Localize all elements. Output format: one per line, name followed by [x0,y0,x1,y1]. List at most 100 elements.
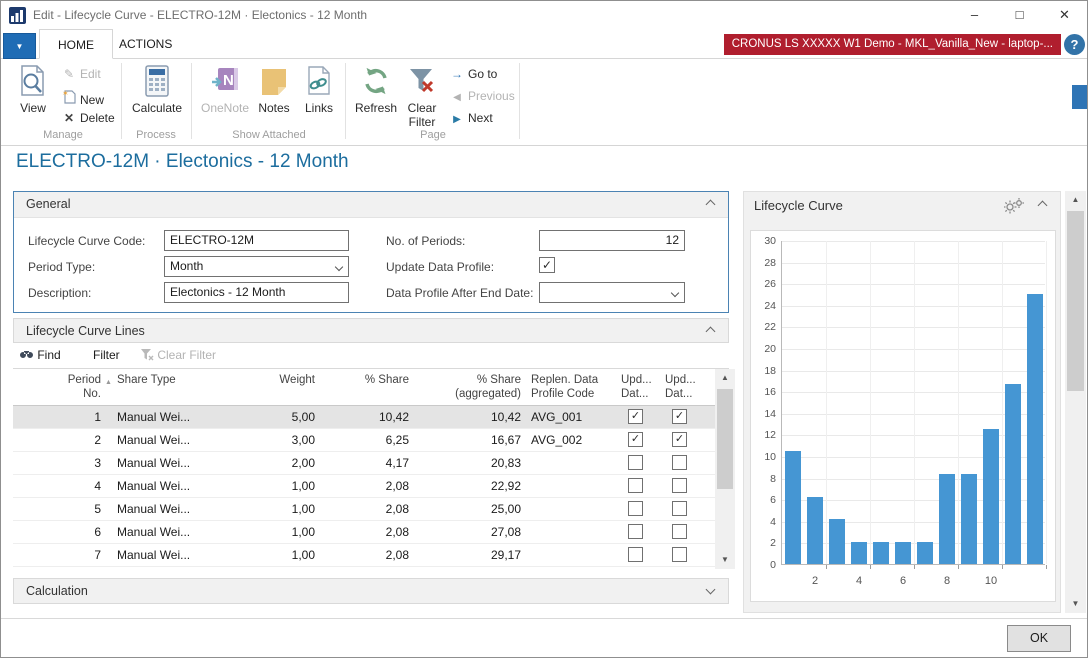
general-header[interactable]: General [14,192,728,218]
factbox-title: Lifecycle Curve [754,198,843,213]
column-header-share-aggregated[interactable]: % Share(aggregated) [411,373,521,401]
refresh-button[interactable]: Refresh [353,63,399,115]
group-label-manage: Manage [15,129,111,141]
row-checkbox[interactable]: ✓ [672,409,687,424]
table-row[interactable]: 7Manual Wei...1,002,0829,17 [13,544,715,567]
update-data-profile-checkbox[interactable]: ✓ [539,257,555,273]
no-of-periods-input[interactable]: 12 [539,230,685,251]
column-header-upd2[interactable]: Upd...Dat... [665,373,705,401]
application-menu-button[interactable]: ▼ [3,33,36,59]
delete-x-icon: ✕ [61,111,77,125]
new-button[interactable]: ✶New [61,89,104,107]
page-title: ELECTRO-12M · Electonics - 12 Month [16,151,349,173]
caret-down-icon: ▼ [16,42,24,51]
app-chart-icon [9,7,26,24]
close-button[interactable]: ✕ [1042,1,1087,29]
row-checkbox[interactable] [672,478,687,493]
view-button[interactable]: View [13,63,53,115]
cell: AVG_001 [531,410,619,424]
links-button[interactable]: Links [299,63,339,115]
maximize-button[interactable]: □ [997,1,1042,29]
table-scrollbar[interactable]: ▲ ▼ [715,369,735,569]
table-row[interactable]: 6Manual Wei...1,002,0827,08 [13,521,715,544]
filter-button[interactable]: Filter [93,348,120,362]
collapse-icon[interactable] [1038,201,1048,211]
scroll-down-icon[interactable]: ▼ [1065,595,1086,613]
x-axis-label: 8 [944,575,950,587]
calculation-header[interactable]: Calculation [13,578,729,604]
y-axis-label: 0 [770,559,776,571]
footer-divider [1,618,1087,619]
y-axis-label: 16 [764,386,776,398]
column-header-upd1[interactable]: Upd...Dat... [621,373,661,401]
data-profile-after-end-date-label: Data Profile After End Date: [386,286,533,300]
row-checkbox[interactable] [672,501,687,516]
chevron-down-icon [671,289,679,297]
row-checkbox[interactable] [672,547,687,562]
row-checkbox[interactable] [672,455,687,470]
factbox-scrollbar[interactable]: ▲ ▼ [1065,191,1086,613]
column-header-weight[interactable]: Weight [249,373,315,387]
row-checkbox[interactable]: ✓ [628,409,643,424]
table-row[interactable]: 3Manual Wei...2,004,1720,83 [13,452,715,475]
cell: 1,00 [249,548,315,562]
x-tick [826,565,827,569]
view-icon [13,63,53,99]
scroll-up-icon[interactable]: ▲ [715,369,735,387]
table-row[interactable]: 4Manual Wei...1,002,0822,92 [13,475,715,498]
clear-filter-toolbar-button[interactable]: Clear Filter [141,348,216,362]
data-profile-after-end-date-select[interactable] [539,282,685,303]
period-type-select[interactable]: Month [164,256,349,277]
column-header-share-type[interactable]: Share Type [117,373,247,387]
scroll-down-icon[interactable]: ▼ [715,551,735,569]
notes-button[interactable]: Notes [253,63,295,115]
y-axis-label: 18 [764,365,776,377]
lifecycle-curve-code-input[interactable]: ELECTRO-12M [164,230,349,251]
chart-bar [917,542,933,564]
ok-button[interactable]: OK [1007,625,1071,652]
row-checkbox[interactable] [672,524,687,539]
tab-actions[interactable]: ACTIONS [101,29,190,59]
chart-bar [939,474,955,564]
find-button[interactable]: Find [19,348,61,362]
column-header-replen-data-profile[interactable]: Replen. DataProfile Code [531,373,619,401]
next-button[interactable]: ▶Next [449,111,493,125]
chart-bar [829,519,845,564]
table-row[interactable]: 5Manual Wei...1,002,0825,00 [13,498,715,521]
lines-header[interactable]: Lifecycle Curve Lines [13,318,729,343]
chevron-down-icon [335,263,343,271]
column-header-period-no[interactable]: PeriodNo. [13,373,101,401]
next-icon: ▶ [449,114,465,125]
lifecycle-curve-factbox: Lifecycle Curve 024681012141618202224262… [743,191,1061,613]
table-row[interactable]: 1Manual Wei...5,0010,4210,42AVG_001✓✓ [13,406,715,429]
row-checkbox[interactable] [628,501,643,516]
ribbon-edge-button[interactable] [1072,85,1087,109]
x-tick [870,565,871,569]
row-checkbox[interactable] [628,455,643,470]
previous-button[interactable]: ◀Previous [449,89,515,103]
table-row[interactable]: 2Manual Wei...3,006,2516,67AVG_002✓✓ [13,429,715,452]
y-axis-label: 30 [764,235,776,247]
description-input[interactable]: Electonics - 12 Month [164,282,349,303]
row-checkbox[interactable]: ✓ [628,432,643,447]
minimize-button[interactable]: – [952,1,997,29]
help-button[interactable]: ? [1064,34,1085,55]
clear-filter-button[interactable]: ClearFilter [403,63,441,129]
row-checkbox[interactable]: ✓ [672,432,687,447]
goto-button[interactable]: →Go to [449,67,497,81]
column-header-share[interactable]: % Share [319,373,409,387]
delete-button[interactable]: ✕Delete [61,111,115,125]
goto-arrow-icon: → [449,67,465,81]
cell: 7 [13,548,101,562]
row-checkbox[interactable] [628,547,643,562]
row-checkbox[interactable] [628,478,643,493]
scrollbar-thumb[interactable] [717,389,733,489]
cell: 2,08 [319,525,409,539]
gears-icon[interactable] [1004,198,1024,217]
onenote-button[interactable]: N OneNote [199,63,251,115]
calculate-button[interactable]: Calculate [129,63,185,115]
scroll-up-icon[interactable]: ▲ [1065,191,1086,209]
edit-button[interactable]: ✎Edit [61,67,101,81]
scrollbar-thumb[interactable] [1067,211,1084,391]
row-checkbox[interactable] [628,524,643,539]
